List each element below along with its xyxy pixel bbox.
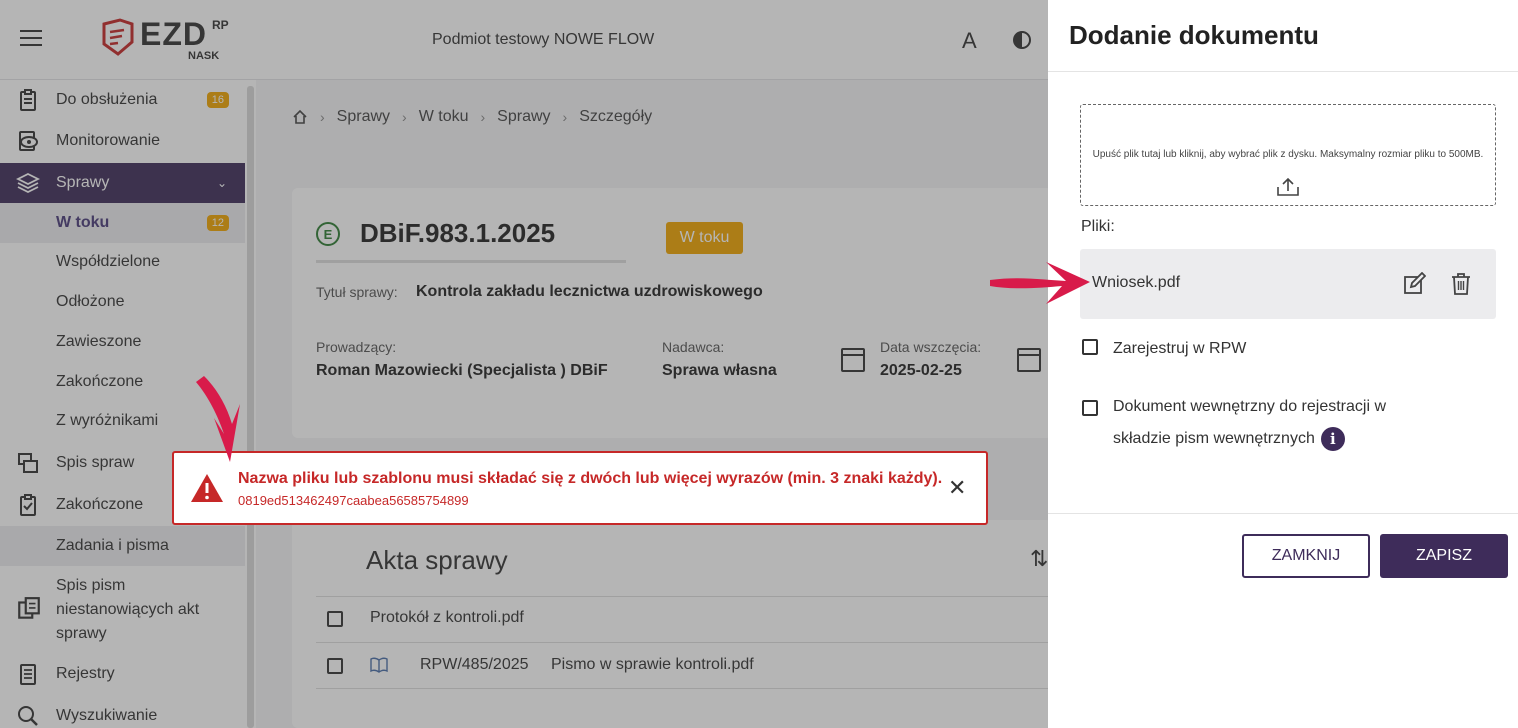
- file-dropzone[interactable]: Upuść plik tutaj lub kliknij, aby wybrać…: [1080, 104, 1496, 206]
- error-toast: Nazwa pliku lub szablonu musi składać si…: [172, 451, 988, 525]
- drawer-title: Dodanie dokumentu: [1069, 20, 1319, 50]
- file-item: Wniosek.pdf: [1080, 249, 1496, 319]
- internal-doc-checkbox[interactable]: [1082, 400, 1098, 416]
- divider: [1048, 513, 1518, 514]
- register-rpw-checkbox[interactable]: [1082, 339, 1098, 355]
- close-icon[interactable]: ✕: [948, 475, 966, 501]
- info-icon[interactable]: i: [1320, 426, 1345, 451]
- error-message: Nazwa pliku lub szablonu musi składać si…: [238, 470, 943, 487]
- file-name: Wniosek.pdf: [1092, 274, 1181, 291]
- edit-icon[interactable]: [1402, 272, 1426, 296]
- dropzone-text: Upuść plik tutaj lub kliknij, aby wybrać…: [1092, 149, 1484, 160]
- close-button[interactable]: ZAMKNIJ: [1242, 534, 1370, 578]
- modal-backdrop[interactable]: [0, 0, 1048, 728]
- register-rpw-label[interactable]: Zarejestruj w RPW: [1113, 334, 1246, 364]
- upload-icon: [1277, 177, 1299, 196]
- add-document-drawer: Dodanie dokumentu Upuść plik tutaj lub k…: [1048, 0, 1518, 728]
- error-code: 0819ed513462497caabea56585754899: [238, 493, 469, 508]
- internal-doc-text: składzie pism wewnętrznych: [1113, 430, 1315, 447]
- internal-doc-label-line1[interactable]: Dokument wewnętrzny do rejestracji w: [1113, 392, 1386, 422]
- warning-icon: [191, 474, 223, 502]
- files-label: Pliki:: [1081, 218, 1115, 235]
- internal-doc-label-line2[interactable]: składzie pism wewnętrznych i: [1113, 424, 1345, 454]
- divider: [1048, 71, 1518, 72]
- trash-icon[interactable]: [1450, 272, 1472, 296]
- save-button[interactable]: ZAPISZ: [1380, 534, 1508, 578]
